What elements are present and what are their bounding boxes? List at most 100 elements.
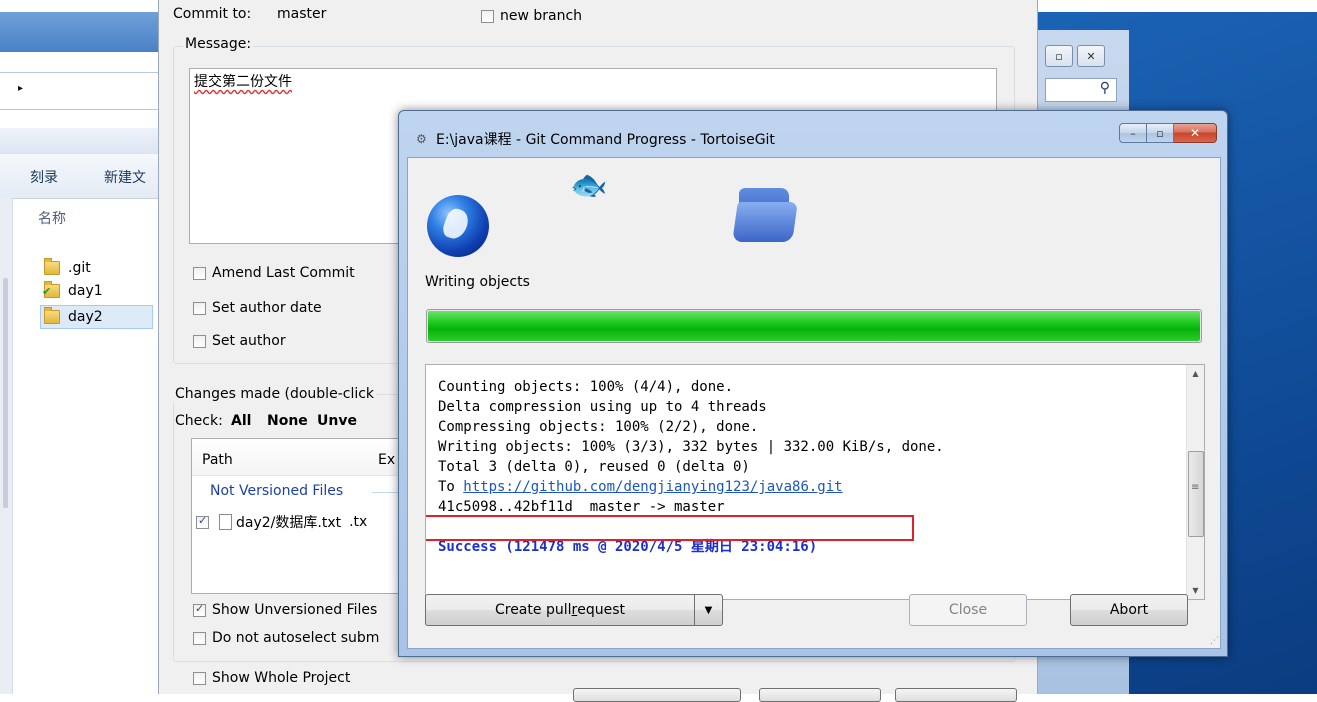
checkbox-box[interactable] xyxy=(193,602,206,617)
explorer-address-bar[interactable]: ▸ xyxy=(0,72,158,110)
check-none-link[interactable]: None xyxy=(267,413,308,429)
extension-column-header[interactable]: Ex xyxy=(378,452,395,468)
close-button[interactable]: ✕ xyxy=(1077,45,1105,67)
remote-url-link[interactable]: https://github.com/dengjianying123/java8… xyxy=(463,479,842,495)
tortoisegit-icon: ⚙ xyxy=(416,132,427,146)
versioned-folder-icon xyxy=(42,281,60,298)
text-file-icon xyxy=(219,514,232,530)
close-button[interactable]: Close xyxy=(909,594,1027,626)
log-line: Counting objects: 100% (4/4), done. xyxy=(438,379,734,395)
show-unversioned-checkbox[interactable]: Show Unversioned Files xyxy=(193,602,377,618)
do-not-autoselect-checkbox[interactable]: Do not autoselect subm xyxy=(193,630,379,646)
amend-checkbox[interactable]: Amend Last Commit xyxy=(193,265,355,281)
scroll-grip-icon: ≡ xyxy=(1191,482,1200,493)
new-branch-checkbox[interactable]: new branch xyxy=(481,8,582,24)
file-path: day2/数据库.txt xyxy=(236,515,342,531)
scroll-down-icon[interactable]: ▼ xyxy=(1187,582,1204,599)
scroll-thumb[interactable]: ≡ xyxy=(1188,451,1204,537)
explorer-toolbar: 刻录 新建文 xyxy=(0,154,158,199)
close-window-button[interactable]: ✕ xyxy=(1174,123,1217,143)
file-item-day2[interactable]: day2 xyxy=(40,305,153,329)
name-column-header[interactable]: 名称 xyxy=(38,208,66,228)
button-label-prefix: Create pull xyxy=(494,602,572,618)
folder-icon xyxy=(44,307,60,324)
file-name: .git xyxy=(68,260,91,276)
restore-button[interactable]: ▫ xyxy=(1045,45,1073,67)
file-name: day1 xyxy=(68,283,103,299)
success-line: Success (121478 ms @ 2020/4/5 星期日 23:04:… xyxy=(438,539,818,555)
log-scrollbar[interactable]: ▲ ≡ ▼ xyxy=(1186,365,1204,599)
folder-icon xyxy=(732,188,799,244)
checkbox-box[interactable] xyxy=(481,9,494,23)
search-icon[interactable]: ⚲ xyxy=(1100,80,1110,96)
output-log[interactable]: Counting objects: 100% (4/4), done. Delt… xyxy=(425,364,1205,600)
create-pull-request-split-button[interactable]: Create pull r equest ▼ xyxy=(425,594,723,626)
file-item-git[interactable]: .git xyxy=(44,257,152,279)
minimize-button[interactable]: – xyxy=(1119,123,1147,143)
checkbox-box[interactable] xyxy=(193,631,206,645)
create-pull-request-button[interactable]: Create pull r equest xyxy=(426,595,694,625)
checkbox-label: Set author xyxy=(212,333,286,349)
file-extension: .tx xyxy=(349,514,368,530)
checkbox-box[interactable] xyxy=(193,334,206,348)
log-line: Delta compression using up to 4 threads xyxy=(438,399,767,415)
folder-icon xyxy=(44,258,60,275)
file-row-checkbox[interactable] xyxy=(196,514,209,529)
git-progress-window: ⚙ E:\java课程 - Git Command Progress - Tor… xyxy=(398,110,1228,657)
message-label: Message: xyxy=(183,36,254,52)
maximize-button[interactable]: ▫ xyxy=(1147,123,1174,143)
button-label-suffix: equest xyxy=(577,602,626,618)
progress-client-area: 🐟 Writing objects Counting objects: 100%… xyxy=(407,157,1221,649)
log-line: Compressing objects: 100% (2/2), done. xyxy=(438,419,759,435)
check-all-link[interactable]: All xyxy=(231,413,251,429)
window-title: E:\java课程 - Git Command Progress - Torto… xyxy=(436,132,775,148)
checkbox-label: Set author date xyxy=(212,300,322,316)
not-versioned-group-header[interactable]: Not Versioned Files xyxy=(210,483,343,499)
path-column-header[interactable]: Path xyxy=(202,452,233,468)
file-name: day2 xyxy=(68,309,103,325)
burn-button[interactable]: 刻录 xyxy=(30,167,58,187)
check-unversioned-link[interactable]: Unve xyxy=(317,413,357,429)
success-highlight-box xyxy=(426,515,914,541)
checkbox-label: Amend Last Commit xyxy=(212,265,355,281)
explorer-menu-band xyxy=(0,128,158,155)
checkbox-label: Do not autoselect subm xyxy=(212,630,380,646)
set-author-checkbox[interactable]: Set author xyxy=(193,333,286,349)
transfer-animation-icon: 🐟 xyxy=(570,168,608,203)
log-line: Total 3 (delta 0), reused 0 (delta 0) xyxy=(438,459,750,475)
dropdown-arrow-icon[interactable]: ▼ xyxy=(694,595,722,625)
progress-bar-fill xyxy=(428,311,1200,341)
progress-bar xyxy=(426,309,1202,343)
log-line: Writing objects: 100% (3/3), 332 bytes |… xyxy=(438,439,944,455)
search-box[interactable]: ⚲ xyxy=(1045,78,1117,102)
file-item-day1[interactable]: day1 xyxy=(42,280,152,302)
checkbox-box[interactable] xyxy=(193,266,206,280)
to-prefix: To xyxy=(438,479,464,495)
commit-button[interactable] xyxy=(573,688,741,702)
changes-label: Changes made (double-click xyxy=(173,386,377,402)
log-line: 41c5098..42bf11d master -> master xyxy=(438,499,725,515)
checkbox-box[interactable] xyxy=(193,301,206,315)
set-author-date-checkbox[interactable]: Set author date xyxy=(193,300,322,316)
nav-scrollbar[interactable] xyxy=(3,278,8,508)
branch-name: master xyxy=(277,6,327,22)
abort-button[interactable]: Abort xyxy=(1070,594,1188,626)
explorer-title-bar[interactable] xyxy=(0,12,158,52)
check-label: Check: xyxy=(175,413,223,429)
scroll-up-icon[interactable]: ▲ xyxy=(1187,365,1204,382)
address-expand-icon[interactable]: ▸ xyxy=(18,83,23,94)
table-row[interactable]: day2/数据库.txt .tx xyxy=(196,511,432,533)
progress-status-text: Writing objects xyxy=(425,274,530,290)
show-whole-project-checkbox[interactable]: Show Whole Project xyxy=(193,670,350,686)
checkbox-box[interactable] xyxy=(193,671,206,685)
resize-grip-icon[interactable]: ⋰ xyxy=(1210,636,1219,646)
cancel-button[interactable] xyxy=(759,688,881,702)
message-text: 提交第二份文件 xyxy=(194,74,292,90)
new-folder-button[interactable]: 新建文 xyxy=(104,167,146,187)
explorer-window: ▸ 刻录 新建文 名称 .git day1 day2 xyxy=(0,12,158,694)
help-button[interactable] xyxy=(895,688,1017,702)
list-header: Path Ex xyxy=(192,439,432,476)
changes-list[interactable]: Path Ex Not Versioned Files day2/数据库.txt… xyxy=(191,438,433,594)
checkbox-label: Show Whole Project xyxy=(212,670,351,686)
explorer-nav-pane xyxy=(0,198,13,694)
